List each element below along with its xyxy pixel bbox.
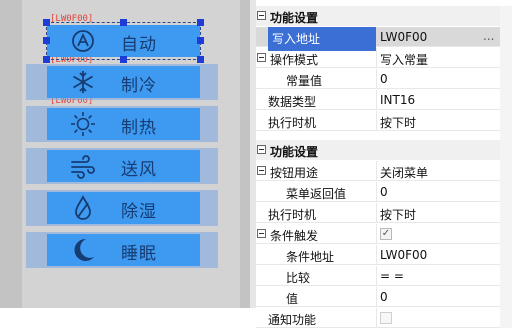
browse-button[interactable]: ... xyxy=(483,29,494,43)
column-divider xyxy=(376,48,377,68)
button-label: 制热 xyxy=(121,118,157,138)
category-title: 功能设置 xyxy=(270,145,319,159)
prop-label: 菜单返回值 xyxy=(286,187,347,201)
sun-icon xyxy=(69,110,97,138)
column-divider xyxy=(376,69,377,89)
column-divider xyxy=(376,287,377,307)
resize-handle[interactable] xyxy=(120,56,127,63)
prop-conditional-trigger[interactable]: 条件触发 ✓ xyxy=(256,224,500,244)
prop-compare-value[interactable]: 值 0 xyxy=(256,287,500,307)
prop-label: 比较 xyxy=(286,271,311,285)
prop-operation-mode[interactable]: 操作模式 写入常量 xyxy=(256,48,500,68)
prop-value[interactable]: 0 xyxy=(380,72,388,86)
prop-value[interactable]: 0 xyxy=(380,185,388,199)
button-face: 睡眠 xyxy=(47,234,200,266)
mode-button-dehumidify[interactable]: 除湿 xyxy=(26,190,218,226)
prop-value[interactable]: 0 xyxy=(380,290,388,304)
collapse-toggle-icon[interactable] xyxy=(257,53,266,62)
prop-value[interactable]: LW0F00 xyxy=(380,248,427,262)
column-divider xyxy=(376,245,377,265)
resize-handle[interactable] xyxy=(197,56,204,63)
button-face: 送风 xyxy=(47,150,200,182)
prop-execution-timing[interactable]: 执行时机 按下时 xyxy=(256,203,500,223)
resize-handle[interactable] xyxy=(43,19,50,26)
resize-handle[interactable] xyxy=(120,19,127,26)
prop-label: 条件触发 xyxy=(270,229,319,243)
prop-value[interactable]: 关闭菜单 xyxy=(380,164,428,181)
prop-value[interactable]: 写入常量 xyxy=(380,51,428,68)
button-face: 制冷 xyxy=(47,66,200,98)
moon-icon xyxy=(69,236,97,264)
resize-handle[interactable] xyxy=(43,56,50,63)
category-function-settings[interactable]: 功能设置 xyxy=(256,140,500,160)
button-face: 除湿 xyxy=(47,192,200,224)
button-label: 制冷 xyxy=(121,76,157,96)
prop-value[interactable]: 按下时 xyxy=(380,114,416,131)
prop-data-type[interactable]: 数据类型 INT16 xyxy=(256,90,500,110)
column-divider xyxy=(376,161,377,181)
mode-button-cool[interactable]: 制冷 xyxy=(26,64,218,100)
property-grid-scrollbar[interactable] xyxy=(500,6,512,328)
button-label: 送风 xyxy=(121,160,157,180)
column-divider xyxy=(376,90,377,110)
prop-label: 执行时机 xyxy=(268,208,317,222)
prop-value[interactable]: INT16 xyxy=(380,93,415,107)
prop-execution-timing[interactable]: 执行时机 按下时 xyxy=(256,111,500,131)
resize-handle[interactable] xyxy=(43,37,50,44)
prop-label: 通知功能 xyxy=(268,313,317,327)
notify-function-checkbox[interactable] xyxy=(380,312,392,324)
prop-write-address[interactable]: 写入地址 LW0F00 ... xyxy=(256,27,500,51)
collapse-toggle-icon[interactable] xyxy=(257,145,266,154)
prop-menu-return-value[interactable]: 菜单返回值 0 xyxy=(256,182,500,202)
design-canvas[interactable]: [LW0F00] [LW0F00] [LW0F00] 自动 制冷 制热 送风 除… xyxy=(0,0,250,308)
droplet-icon xyxy=(69,194,97,222)
column-divider xyxy=(376,308,377,328)
prop-label: 条件地址 xyxy=(286,250,335,264)
category-title: 功能设置 xyxy=(270,11,319,25)
mode-button-sleep[interactable]: 睡眠 xyxy=(26,232,218,268)
button-label: 睡眠 xyxy=(121,244,157,264)
prop-label: 常量值 xyxy=(286,74,323,88)
column-divider xyxy=(376,111,377,131)
wind-icon xyxy=(69,152,97,180)
snowflake-icon xyxy=(69,68,97,96)
mode-button-fan[interactable]: 送风 xyxy=(26,148,218,184)
column-divider xyxy=(376,224,377,244)
column-divider xyxy=(376,182,377,202)
resize-handle[interactable] xyxy=(197,19,204,26)
category-function-settings[interactable]: 功能设置 xyxy=(256,6,500,26)
column-divider xyxy=(376,266,377,286)
property-grid: 功能设置 写入地址 LW0F00 ... 操作模式 写入常量 常量值 0 数据类… xyxy=(256,6,500,328)
prop-compare[interactable]: 比较 = = xyxy=(256,266,500,286)
prop-condition-address[interactable]: 条件地址 LW0F00 xyxy=(256,245,500,265)
prop-label: 值 xyxy=(286,292,299,306)
prop-value[interactable]: = = xyxy=(380,269,404,283)
collapse-toggle-icon[interactable] xyxy=(257,166,266,175)
prop-button-purpose[interactable]: 按钮用途 关闭菜单 xyxy=(256,161,500,181)
prop-label: 数据类型 xyxy=(268,95,317,109)
prop-value[interactable]: LW0F00 xyxy=(380,30,427,44)
prop-constant-value[interactable]: 常量值 0 xyxy=(256,69,500,89)
resize-handle[interactable] xyxy=(197,37,204,44)
prop-value[interactable]: 按下时 xyxy=(380,206,416,223)
collapse-toggle-icon[interactable] xyxy=(257,229,266,238)
button-label: 除湿 xyxy=(121,202,157,222)
prop-label: 执行时机 xyxy=(268,116,317,130)
collapse-toggle-icon[interactable] xyxy=(257,11,266,20)
prop-notify-function[interactable]: 通知功能 xyxy=(256,308,500,328)
selection-border xyxy=(46,22,201,60)
prop-label: 按钮用途 xyxy=(270,166,319,180)
conditional-trigger-checkbox[interactable]: ✓ xyxy=(380,228,392,240)
prop-label: 操作模式 xyxy=(270,53,319,67)
mode-button-heat[interactable]: 制热 xyxy=(26,106,218,142)
column-divider xyxy=(376,203,377,223)
button-face: 制热 xyxy=(47,108,200,140)
